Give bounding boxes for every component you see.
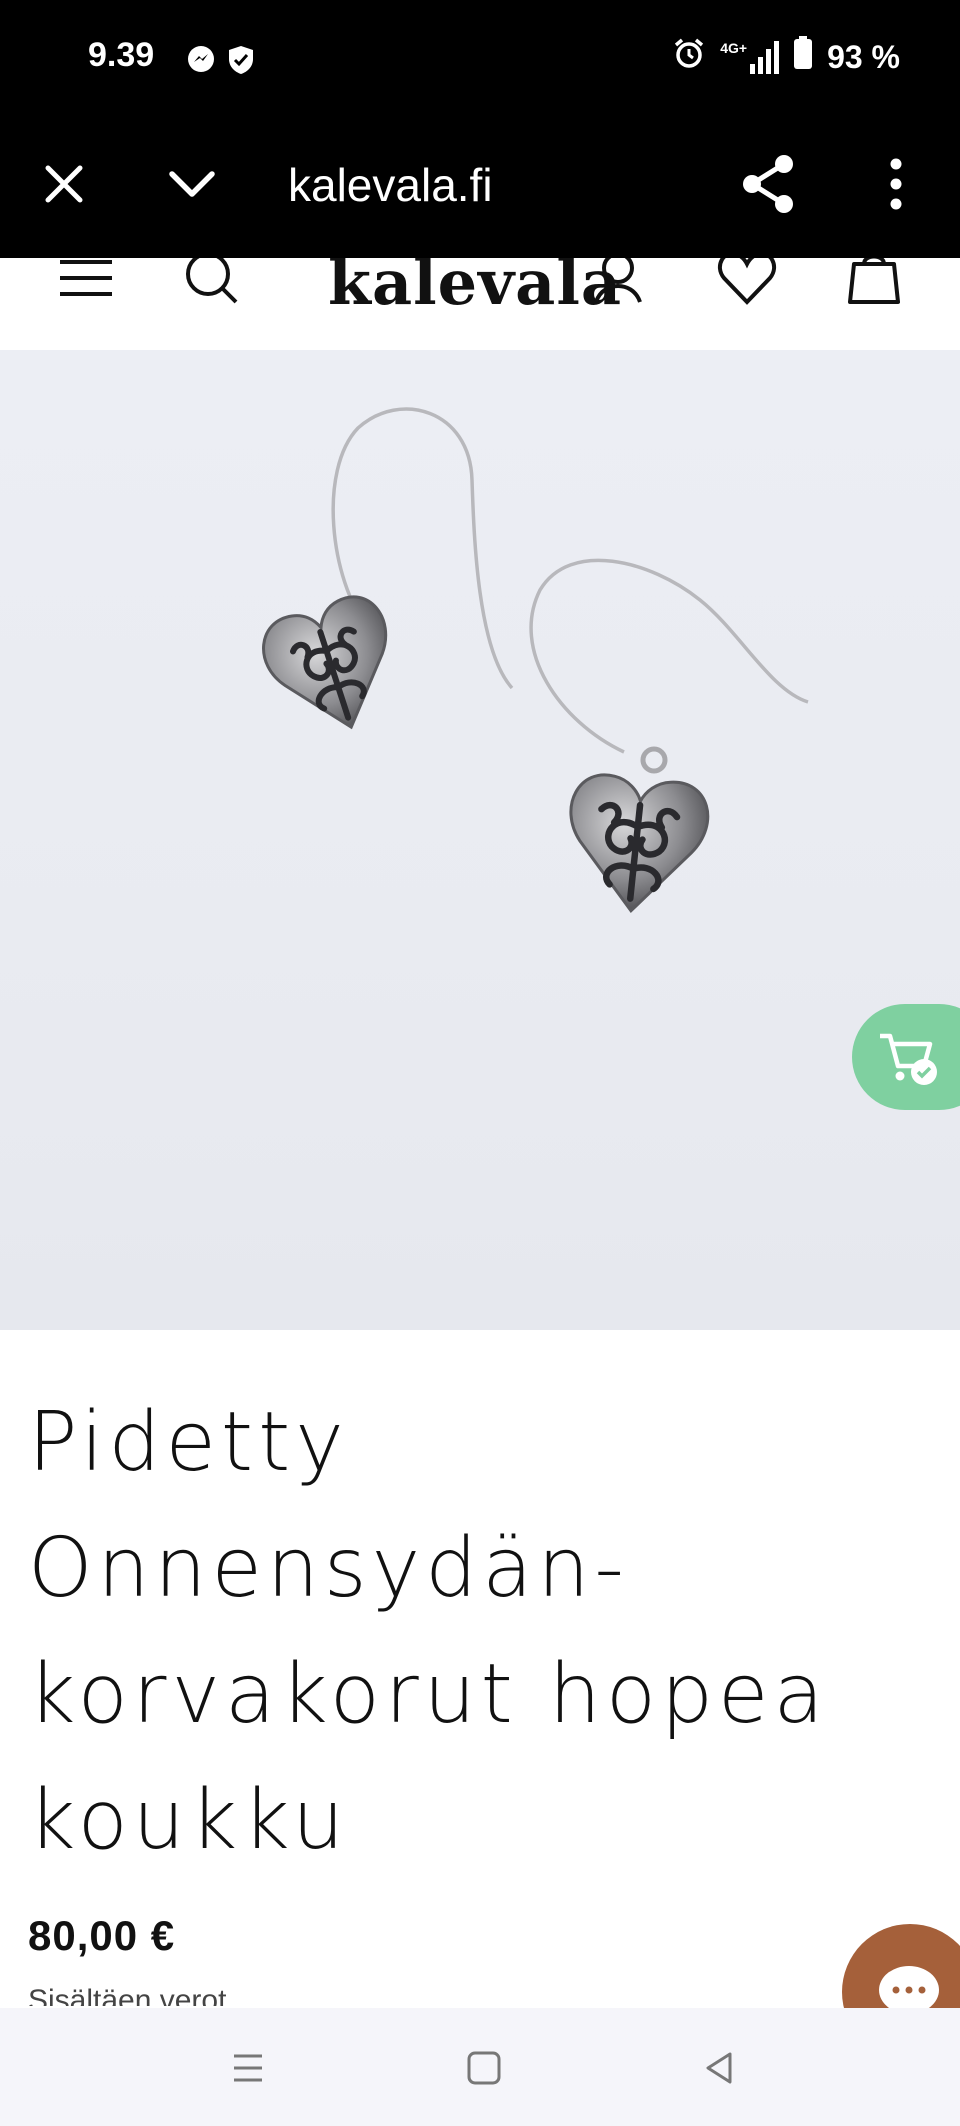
product-title: Pidetty Onnensydän- korvakorut hopea kou…: [28, 1380, 928, 1884]
home-icon[interactable]: [460, 2044, 508, 2092]
user-icon[interactable]: [592, 258, 644, 310]
alarm-icon: [672, 36, 706, 78]
battery-percent: 93 %: [827, 38, 900, 75]
product-title-line: korvakorut hopea: [28, 1647, 829, 1742]
product-image[interactable]: [0, 350, 960, 1330]
product-title-line: koukku: [28, 1773, 350, 1868]
back-icon[interactable]: [696, 2044, 744, 2092]
network-type: 4G+: [720, 40, 748, 56]
earrings-image: [262, 407, 809, 914]
more-vert-icon[interactable]: [880, 156, 912, 212]
status-time: 9.39: [88, 36, 155, 74]
heart-icon[interactable]: [716, 258, 778, 310]
menu-icon[interactable]: [58, 258, 114, 306]
tax-note: Sisältäen verot: [28, 1984, 227, 2006]
cart-check-icon: [878, 1030, 938, 1090]
product-title-line: Pidetty: [28, 1395, 349, 1490]
share-icon[interactable]: [740, 154, 796, 214]
status-bar: 9.39 4G+ 93 %: [0, 0, 960, 120]
recent-apps-icon[interactable]: [224, 2044, 272, 2092]
status-right: 4G+ 93 %: [672, 36, 900, 78]
product-title-line: Onnensydän-: [28, 1521, 630, 1616]
search-icon[interactable]: [184, 258, 242, 310]
cart-floating-button[interactable]: [852, 1004, 960, 1110]
messenger-icon: [186, 44, 216, 80]
chevron-down-icon[interactable]: [166, 162, 218, 206]
bag-icon[interactable]: [846, 258, 902, 310]
battery-icon: [793, 36, 813, 78]
product-price: 80,00 €: [28, 1912, 176, 1959]
system-nav-bar: [0, 2008, 960, 2126]
site-logo[interactable]: kalevala: [328, 258, 622, 319]
site-header: kalevala: [0, 258, 960, 350]
url-text[interactable]: kalevala.fi: [288, 158, 493, 212]
status-left-icons: [186, 44, 256, 80]
browser-toolbar: kalevala.fi: [0, 120, 960, 258]
shield-icon: [226, 44, 256, 80]
signal-icon: 4G+: [720, 40, 780, 74]
close-icon[interactable]: [40, 160, 88, 208]
